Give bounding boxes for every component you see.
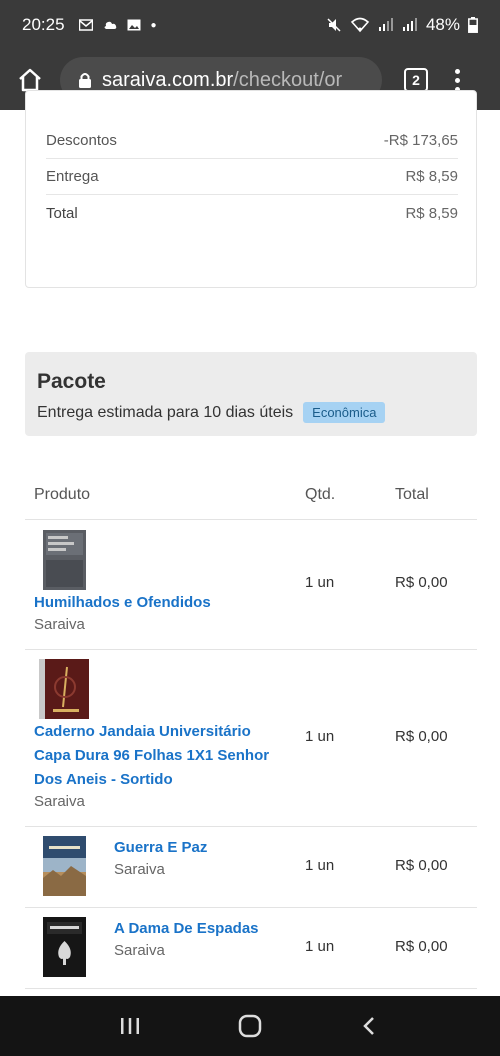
cloud-icon [104,21,116,29]
package-title: Pacote [37,370,106,393]
system-icons: 48% [326,15,478,35]
url-path: /checkout/or [233,68,343,91]
table-row: A Dama De Espadas Saraiva 1 un R$ 0,00 [25,908,477,989]
order-summary-card: Descontos -R$ 173,65 Entrega R$ 8,59 Tot… [25,90,477,288]
product-link[interactable]: Guerra E Paz [114,836,294,860]
package-header: Pacote Entrega estimada para 10 dias úte… [25,352,477,436]
summary-value: -R$ 173,65 [383,132,458,149]
battery-icon [468,17,478,33]
products-table-header: Produto Qtd. Total [25,480,477,520]
status-time: 20:25 [22,15,65,34]
home-nav-button[interactable] [237,1013,263,1039]
url-host: saraiva.com.br [102,68,234,91]
more-menu-button[interactable] [452,68,462,92]
signal-icon-2 [402,18,417,31]
delivery-estimate: Entrega estimada para 10 dias úteis [37,403,294,421]
summary-label: Descontos [46,132,117,149]
book-cover-thumbnail[interactable] [43,836,86,896]
status-bar: 20:25 ● 48% [0,0,500,50]
shipping-type-badge: Econômica [303,402,386,423]
table-row: Humilhados e Ofendidos Saraiva 1 un R$ 0… [25,520,477,650]
battery-percent: 48% [425,15,460,34]
image-icon [127,19,141,31]
recent-apps-button[interactable] [118,1014,142,1038]
mute-icon [327,18,341,32]
book-cover-thumbnail[interactable] [43,917,86,977]
product-qty: 1 un [305,857,335,874]
table-row: Guerra E Paz Saraiva 1 un R$ 0,00 [25,827,477,908]
column-product: Produto [34,486,91,503]
column-total: Total [395,486,429,503]
product-qty: 1 un [305,728,335,745]
more-notifications-icon: ● [150,19,157,31]
back-button[interactable] [358,1014,382,1038]
summary-row-shipping: Entrega R$ 8,59 [46,159,458,195]
product-link[interactable]: Caderno Jandaia Universitário Capa Dura … [34,720,282,792]
lock-icon [78,72,92,89]
summary-value: R$ 8,59 [405,204,458,222]
package-delivery-info: Entrega estimada para 10 dias úteis Econ… [37,402,465,423]
summary-value: R$ 8,59 [405,168,458,185]
summary-row-total: Total R$ 8,59 [46,195,458,231]
notification-icons: ● [78,19,157,31]
product-link[interactable]: Humilhados e Ofendidos [34,591,294,615]
wifi-icon [350,17,370,33]
summary-label: Entrega [46,168,99,185]
product-seller: Saraiva [34,616,85,633]
product-link[interactable]: A Dama De Espadas [114,917,294,941]
notebook-cover-thumbnail[interactable] [39,659,89,719]
summary-row-discounts: Descontos -R$ 173,65 [46,123,458,159]
product-total: R$ 0,00 [395,574,448,591]
summary-label: Total [46,204,78,222]
book-cover-thumbnail[interactable] [43,530,86,590]
mail-icon [78,19,93,31]
product-total: R$ 0,00 [395,938,448,955]
product-total: R$ 0,00 [395,857,448,874]
product-total: R$ 0,00 [395,728,448,745]
tab-switcher-button[interactable]: 2 [404,68,428,92]
table-row: Caderno Jandaia Universitário Capa Dura … [25,650,477,827]
product-seller: Saraiva [114,861,165,878]
signal-icon-1 [378,18,393,31]
column-qty: Qtd. [305,486,336,503]
product-qty: 1 un [305,574,335,591]
system-navigation-bar [0,996,500,1056]
product-seller: Saraiva [34,793,85,810]
product-seller: Saraiva [114,942,165,959]
product-qty: 1 un [305,938,335,955]
